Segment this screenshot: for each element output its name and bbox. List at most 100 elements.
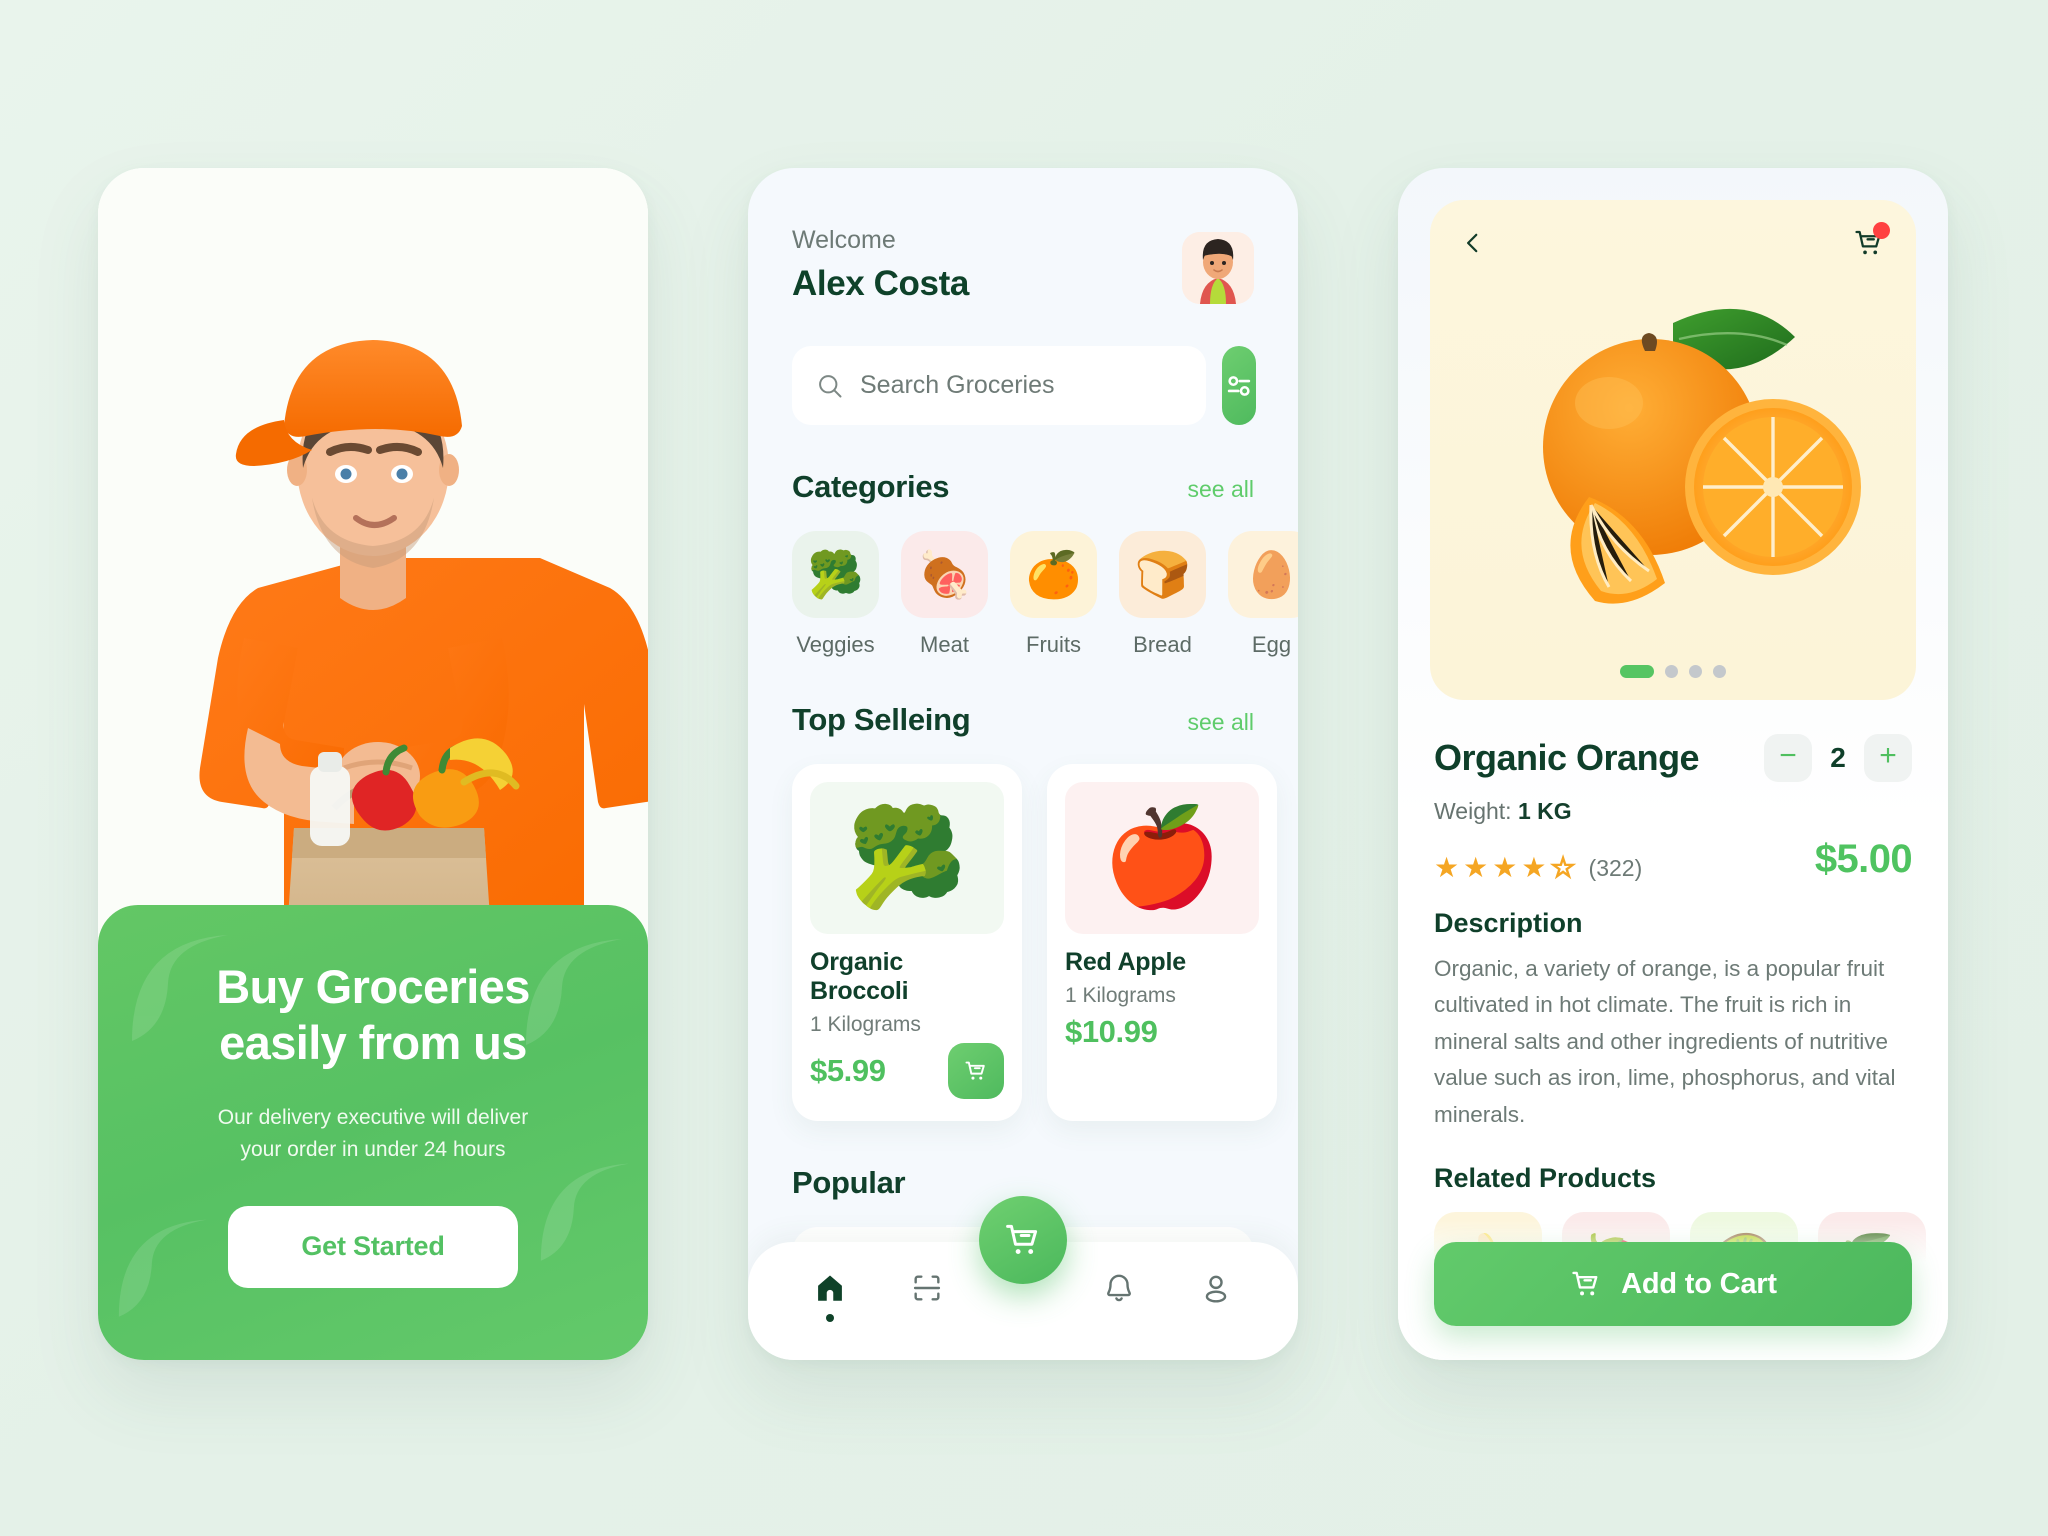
category-icon-meat-icon: 🍖: [901, 531, 988, 618]
top-selling-header: Top Selleing see all: [792, 702, 1254, 738]
category-label: Egg: [1251, 632, 1292, 657]
product-price: $10.99: [1065, 1014, 1158, 1049]
category-item-veggies[interactable]: 🥦 Veggies: [792, 531, 879, 658]
tab-notifications[interactable]: [1102, 1271, 1136, 1322]
add-to-cart-label: Add to Cart: [1621, 1267, 1777, 1300]
category-label: Fruits: [1026, 632, 1081, 657]
description-heading: Description: [1434, 908, 1583, 938]
search-row: [792, 346, 1256, 425]
quantity-stepper: − 2 +: [1764, 734, 1912, 782]
promo-card: Buy Groceries easily from us Our deliver…: [98, 905, 648, 1360]
product-image: 🍎: [1065, 782, 1259, 934]
product-quantity: 1 Kilograms: [810, 1013, 921, 1036]
cart-button[interactable]: [1852, 222, 1890, 260]
categories-see-all-link[interactable]: see all: [1188, 476, 1254, 503]
cart-fab-button[interactable]: [979, 1196, 1067, 1284]
welcome-label: Welcome: [792, 226, 896, 254]
search-box[interactable]: [792, 346, 1206, 425]
product-name: Organic Orange: [1434, 737, 1700, 778]
product-price: $5.00: [1814, 837, 1913, 881]
search-icon: [819, 374, 842, 397]
star-icon-2: ★: [1463, 852, 1489, 883]
delivery-man-illustration: [98, 168, 648, 928]
promo-title-line-1: Buy Groceries: [216, 960, 530, 1013]
back-button[interactable]: [1460, 228, 1486, 258]
decrement-button[interactable]: −: [1764, 734, 1812, 782]
gallery-dot-2[interactable]: [1665, 665, 1678, 678]
chevron-left-icon: [1466, 233, 1478, 253]
search-input[interactable]: [860, 371, 1182, 400]
weight-label: Weight:: [1434, 798, 1512, 824]
promo-subtitle-line-2: your order in under 24 hours: [240, 1137, 506, 1161]
category-item-meat[interactable]: 🍖 Meat: [901, 531, 988, 658]
category-item-bread[interactable]: 🍞 Bread: [1119, 531, 1206, 658]
popular-title: Popular: [792, 1165, 906, 1200]
product-quantity: 1 Kilograms: [1065, 984, 1176, 1007]
category-label: Bread: [1133, 632, 1192, 657]
gallery-dot-1[interactable]: [1620, 665, 1654, 678]
description-body: Organic, a variety of orange, is a popul…: [1434, 956, 1896, 1127]
product-card[interactable]: 🥦 Organic Broccoli 1 Kilograms $5.99: [792, 764, 1022, 1121]
star-icon-4: ★: [1521, 852, 1547, 883]
product-card-footer: $5.99: [810, 1043, 1004, 1099]
star-icon-3: ★: [1492, 852, 1518, 883]
rating: ★ ★ ★ ★ ☆ (322): [1434, 852, 1643, 883]
category-label: Veggies: [796, 632, 875, 657]
gallery-dots: [1620, 665, 1726, 678]
home-header: Welcome Alex Costa: [792, 226, 1254, 304]
orange-product-image: [1543, 308, 1861, 604]
filter-sliders-icon: [1227, 375, 1251, 396]
tab-profile[interactable]: [1199, 1271, 1233, 1322]
add-to-cart-button[interactable]: Add to Cart: [1434, 1242, 1912, 1326]
gallery-dot-3[interactable]: [1689, 665, 1702, 678]
top-selling-see-all-link[interactable]: see all: [1188, 709, 1254, 736]
cart-icon: [1572, 1271, 1598, 1296]
product-price: $5.99: [810, 1053, 886, 1088]
related-products-heading: Related Products: [1434, 1163, 1657, 1194]
promo-title-line-2: easily from us: [219, 1016, 527, 1070]
scan-icon: [913, 1274, 940, 1301]
category-label: Meat: [920, 632, 969, 657]
promo-title: Buy Groceries easily from us: [216, 959, 530, 1072]
star-icon-1: ★: [1434, 852, 1460, 883]
phone-screen-home: Welcome Alex Costa Search Groceries Cate…: [748, 168, 1298, 1360]
promo-subtitle-line-1: Our delivery executive will deliver: [217, 1105, 529, 1129]
category-icon-egg-icon: 🥚: [1228, 531, 1298, 618]
product-image: 🥦: [810, 782, 1004, 934]
add-to-cart-bar: Add to Cart: [1398, 1220, 1948, 1360]
avatar[interactable]: [1182, 232, 1254, 304]
leaf-decoration-icon: [540, 1163, 629, 1261]
product-card-footer: $10.99: [1065, 1014, 1259, 1050]
category-item-fruits[interactable]: 🍊 Fruits: [1010, 531, 1097, 658]
tab-home[interactable]: [813, 1271, 847, 1322]
add-to-cart-icon-button[interactable]: [948, 1043, 1004, 1099]
product-gallery: [1430, 200, 1916, 700]
category-item-egg[interactable]: 🥚 Egg: [1228, 531, 1298, 658]
review-count: (322): [1588, 854, 1643, 881]
category-icon-veggies-icon: 🥦: [792, 531, 879, 618]
leaf-decoration-icon: [526, 939, 622, 1045]
product-card[interactable]: 🍎 Red Apple 1 Kilograms $10.99: [1047, 764, 1277, 1121]
weight-value: 1 KG: [1517, 798, 1572, 824]
phone-screen-product-detail: Organic Orange − 2 + Weight: 1 KG ★ ★ ★ ★ ☆ …: [1398, 168, 1948, 1360]
cart-badge: [1873, 222, 1890, 239]
avatar-illustration-icon: [1182, 232, 1254, 304]
cart-icon: [1006, 1224, 1038, 1254]
top-selling-list: 🥦 Organic Broccoli 1 Kilograms $5.99 🍎 Red Ap…: [792, 764, 1277, 1121]
product-title-row: Organic Orange − 2 +: [1434, 734, 1912, 782]
user-name: Alex Costa: [792, 264, 969, 303]
hero-photo-delivery-man: [98, 168, 648, 928]
top-selling-title: Top Selleing: [792, 702, 971, 737]
increment-button[interactable]: +: [1864, 734, 1912, 782]
get-started-button[interactable]: Get Started: [228, 1205, 518, 1288]
gallery-dot-4[interactable]: [1713, 665, 1726, 678]
tab-scan[interactable]: [910, 1271, 944, 1322]
person-icon: [1205, 1275, 1227, 1303]
cart-icon: [965, 1061, 985, 1080]
category-icon-bread-icon: 🍞: [1119, 531, 1206, 618]
filter-button[interactable]: [1222, 346, 1256, 425]
bell-icon: [1107, 1274, 1132, 1301]
product-weight: Weight: 1 KG: [1434, 798, 1912, 825]
categories-list: 🥦 Veggies 🍖 Meat 🍊 Fruits 🍞 Bread 🥚 Egg: [792, 531, 1298, 658]
home-icon: [818, 1275, 843, 1301]
